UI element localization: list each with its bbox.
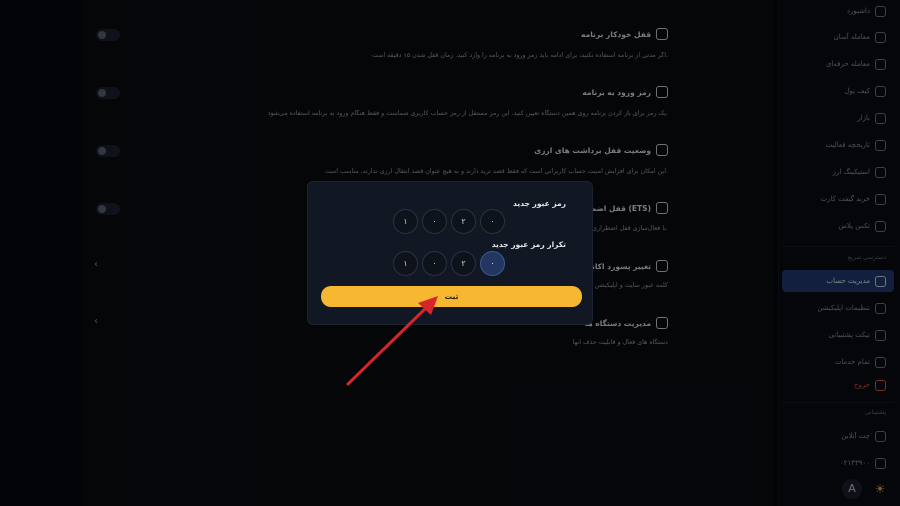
submit-button[interactable]: ثبت	[321, 286, 582, 307]
confirm-pin-digit-4[interactable]: ۰	[480, 251, 505, 276]
confirm-pin-label: تکرار رمز عبور جدید	[491, 240, 566, 249]
confirm-pin-digit-1[interactable]: ۱	[393, 251, 418, 276]
confirm-pin-inputs: ۱ ۰ ۲ ۰	[393, 251, 505, 276]
new-pin-inputs: ۱ ۰ ۲ ۰	[393, 209, 505, 234]
set-pin-modal: رمز عبور جدید ۱ ۰ ۲ ۰ تکرار رمز عبور جدی…	[307, 181, 593, 325]
new-pin-digit-2[interactable]: ۰	[422, 209, 447, 234]
confirm-pin-digit-3[interactable]: ۲	[451, 251, 476, 276]
confirm-pin-digit-2[interactable]: ۰	[422, 251, 447, 276]
new-pin-digit-3[interactable]: ۲	[451, 209, 476, 234]
new-pin-label: رمز عبور جدید	[513, 199, 566, 208]
new-pin-digit-1[interactable]: ۱	[393, 209, 418, 234]
new-pin-digit-4[interactable]: ۰	[480, 209, 505, 234]
app-page: قفل خودکار برنامه اگر مدتی از برنامه است…	[0, 0, 900, 506]
